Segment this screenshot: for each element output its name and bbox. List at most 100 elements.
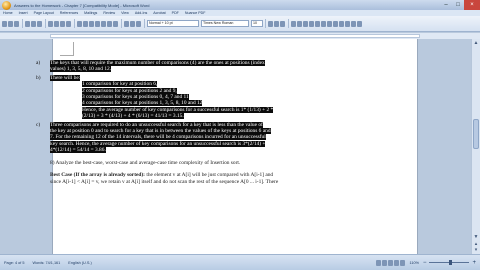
open-icon[interactable] [8, 20, 13, 27]
draft-view-icon[interactable] [399, 259, 405, 266]
scroll-thumb[interactable] [473, 119, 479, 149]
tab-review[interactable]: Review [100, 11, 118, 15]
tab-acrobat[interactable]: Acrobat [150, 11, 168, 15]
help-icon[interactable] [136, 20, 141, 27]
font-select[interactable]: Times New Roman [201, 20, 249, 27]
title-bar: Answers to the Homework - Chapter 7 [Com… [0, 0, 480, 10]
maximize-icon[interactable]: □ [452, 0, 464, 10]
numbering-icon[interactable] [321, 20, 326, 27]
zoom-slider-knob[interactable] [449, 260, 453, 265]
scroll-down-icon[interactable]: ▼ [473, 234, 479, 240]
full-screen-view-icon[interactable] [381, 259, 387, 266]
answer-a: a) The keys that will require the maximu… [36, 60, 335, 73]
italic-icon[interactable] [274, 20, 279, 27]
highlight-icon[interactable] [351, 20, 356, 27]
zoom-slider[interactable] [429, 260, 470, 265]
tab-home[interactable]: Home [0, 11, 16, 15]
page-margin-corner [60, 42, 74, 56]
hyperlink-icon[interactable] [89, 20, 94, 27]
align-right-icon[interactable] [303, 20, 308, 27]
best-case-label: Best Case (If the array is already sorte… [50, 172, 145, 179]
print-layout-view-icon[interactable] [375, 259, 381, 266]
font-size-select[interactable]: 10 [251, 20, 263, 27]
border-icon[interactable] [345, 20, 350, 27]
bold-icon[interactable] [268, 20, 273, 27]
window-controls: – □ × [440, 0, 480, 10]
text-line: 7. For the remaining 12 of the 14 interv… [50, 134, 266, 141]
text-line: values) 1, 3, 5, 8, 10 and 12. [50, 66, 112, 73]
list-marker: b) [36, 74, 41, 81]
tab-references[interactable]: References [57, 11, 81, 15]
decrease-indent-icon[interactable] [333, 20, 338, 27]
toolbar-divider [121, 19, 122, 28]
underline-icon[interactable] [280, 20, 285, 27]
status-right: 110% − + [375, 259, 480, 266]
font-color-icon[interactable] [357, 20, 362, 27]
text-line: Hence, the average number of key compari… [82, 106, 274, 113]
columns-icon[interactable] [101, 20, 106, 27]
toolbar-divider [22, 19, 23, 28]
justify-icon[interactable] [309, 20, 314, 27]
text-line: 1 comparison for key at position 6, [82, 81, 158, 88]
cut-icon[interactable] [48, 20, 53, 27]
undo-icon[interactable] [77, 20, 82, 27]
table-icon[interactable] [95, 20, 100, 27]
show-hide-icon[interactable] [124, 20, 129, 27]
tab-mailings[interactable]: Mailings [81, 11, 100, 15]
tab-add-ins[interactable]: Add-Ins [132, 11, 150, 15]
tab-insert[interactable]: Insert [16, 11, 31, 15]
answer-b: b) There will be: 1 comparison for key a… [36, 74, 335, 120]
zoom-level[interactable]: 110% [406, 261, 423, 265]
vertical-scrollbar[interactable]: ▲ ▼ ▴ ▾ [471, 39, 480, 254]
office-button-icon[interactable] [2, 0, 11, 10]
toolbar-divider [265, 19, 266, 28]
scroll-up-icon[interactable]: ▲ [473, 40, 479, 46]
web-layout-view-icon[interactable] [387, 259, 393, 266]
line-spacing-icon[interactable] [315, 20, 320, 27]
answer-c: c) Three comparisons are required to do … [36, 121, 335, 154]
list-marker: c) [36, 121, 41, 128]
best-case-line-2: since A[i-1] < A[i] = v, we retain v at … [50, 178, 279, 185]
text-line: (2/13) + 3 * (4/13) + 4 * (6/13) = 41/13… [82, 113, 184, 120]
toolbar-divider [144, 19, 145, 28]
redo-icon[interactable] [83, 20, 88, 27]
window-title: Answers to the Homework - Chapter 7 [Com… [14, 2, 150, 8]
text-line: 2 comparisons for keys at positions 2 an… [82, 87, 177, 94]
tab-nuance-pdf[interactable]: Nuance PDF [182, 11, 209, 15]
word-count[interactable]: Words: 74/1,161 [28, 261, 64, 265]
text-line: key search. Hence, the average number of… [50, 140, 266, 147]
text-line: There will be: [50, 74, 81, 81]
tab-pdf[interactable]: PDF [169, 11, 182, 15]
print-icon[interactable] [25, 20, 30, 27]
outline-view-icon[interactable] [393, 259, 399, 266]
bullets-icon[interactable] [327, 20, 332, 27]
toolbar-divider [45, 19, 46, 28]
zoom-out-icon[interactable]: − [423, 260, 427, 266]
drawing-icon[interactable] [107, 20, 112, 27]
align-center-icon[interactable] [297, 20, 302, 27]
save-icon[interactable] [14, 20, 19, 27]
text-line: 4 comparisons for keys at positions 1, 3… [82, 100, 203, 107]
copy-icon[interactable] [54, 20, 59, 27]
format-painter-icon[interactable] [66, 20, 71, 27]
style-select[interactable]: Normal + 10 pt [147, 20, 199, 27]
zoom-in-icon[interactable]: + [472, 260, 476, 266]
page-indicator[interactable]: Page: 4 of 5 [0, 261, 28, 265]
tab-page-layout[interactable]: Page Layout [31, 11, 57, 15]
paste-icon[interactable] [60, 20, 65, 27]
align-left-icon[interactable] [291, 20, 296, 27]
document-content[interactable]: a) The keys that will require the maximu… [36, 60, 335, 185]
preview-icon[interactable] [31, 20, 36, 27]
spelling-icon[interactable] [37, 20, 42, 27]
minimize-icon[interactable]: – [440, 0, 452, 10]
zoom-icon[interactable] [130, 20, 135, 27]
language-indicator[interactable]: English (U.S.) [64, 261, 95, 265]
tab-view[interactable]: View [118, 11, 132, 15]
increase-indent-icon[interactable] [339, 20, 344, 27]
toolbar-divider [288, 19, 289, 28]
close-icon[interactable]: × [464, 0, 480, 10]
next-page-icon[interactable]: ▾ [473, 247, 479, 253]
toolbar: Normal + 10 pt Times New Roman 10 [0, 16, 480, 32]
document-map-icon[interactable] [113, 20, 118, 27]
new-document-icon[interactable] [2, 20, 7, 27]
